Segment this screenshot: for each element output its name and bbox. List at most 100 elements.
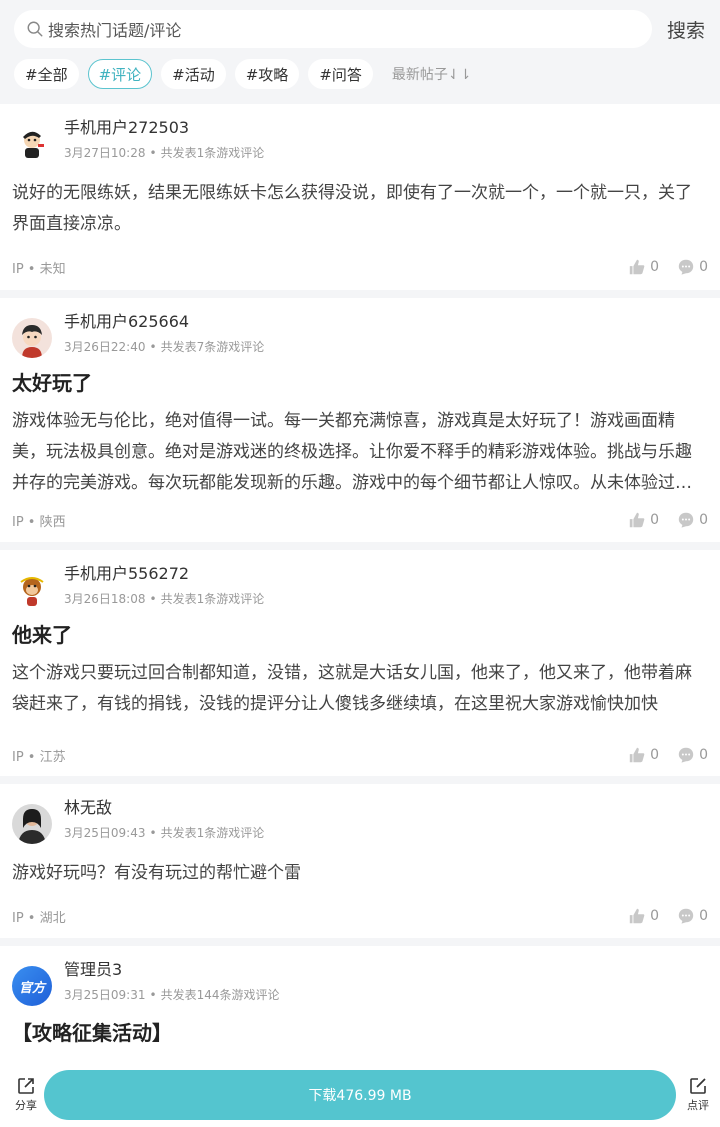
thumbs-up-icon [629,908,645,924]
review-count: 共发表7条游戏评论 [160,340,265,354]
avatar[interactable] [12,570,52,610]
post-card[interactable]: 官方 管理员3 3月25日09:31 • 共发表144条游戏评论 【攻略征集活动】 [0,946,720,1066]
search-placeholder: 搜索热门话题/评论 [48,21,182,40]
tag-comments[interactable]: #评论 [87,59,153,89]
like-button[interactable]: 0 [628,746,659,764]
comment-button[interactable]: 0 [677,907,708,925]
share-label: 分享 [15,1099,37,1112]
post-header: 手机用户625664 3月26日22:40 • 共发表7条游戏评论 [0,298,720,358]
official-avatar-label: 官方 [18,980,45,996]
review-count: 共发表1条游戏评论 [160,592,265,606]
comment-count: 0 [699,908,708,924]
share-icon [18,1078,34,1094]
divider [0,938,720,946]
like-count: 0 [650,747,660,763]
share-button[interactable]: 分享 [4,1076,48,1113]
thumbs-up-icon [629,512,645,528]
like-count: 0 [650,512,660,528]
post-card[interactable]: 手机用户272503 3月27日10:28 • 共发表1条游戏评论 说好的无限练妖，… [0,104,720,290]
post-body[interactable]: 这个游戏只要玩过回合制都知道，没错，这就是大话女儿国，他来了，他又来了，他带着麻… [0,658,720,720]
post-body[interactable]: 游戏体验无与伦比，绝对值得一试。每一关都充满惊喜，游戏真是太好玩了！游戏画面精美… [0,406,720,499]
post-title[interactable]: 他来了 [0,622,720,648]
post-time: 3月27日10:28 [64,146,146,160]
post-card[interactable]: 手机用户625664 3月26日22:40 • 共发表7条游戏评论 太好玩了 游戏体… [0,298,720,542]
post-header: 林无敌 3月25日09:43 • 共发表1条游戏评论 [0,784,720,844]
ip-location: IP • 江苏 [12,749,66,765]
search-row: 搜索热门话题/评论 搜索 [14,10,706,48]
post-meta: 3月25日09:31 • 共发表144条游戏评论 [64,988,280,1002]
ip-location: IP • 湖北 [12,910,66,926]
like-button[interactable]: 0 [628,511,659,529]
search-button[interactable]: 搜索 [652,16,706,43]
review-count: 共发表1条游戏评论 [160,146,265,160]
avatar-photo-icon [12,804,52,844]
top-header: 搜索热门话题/评论 搜索 #全部 #评论 #活动 #攻略 #问答 最新帖子⇃⇂ [0,0,720,104]
username[interactable]: 林无敌 [64,798,264,818]
avatar[interactable] [12,124,52,164]
search-input[interactable]: 搜索热门话题/评论 [14,10,652,48]
comment-bubble-icon [678,512,694,528]
tag-filter-bar: #全部 #评论 #活动 #攻略 #问答 最新帖子⇃⇂ [14,59,706,89]
review-count: 共发表144条游戏评论 [160,988,280,1002]
review-label: 点评 [687,1099,709,1112]
post-footer: IP • 湖北 0 0 [0,901,720,931]
comment-button[interactable]: 0 [677,746,708,764]
tag-qa[interactable]: #问答 [308,59,373,89]
review-count: 共发表1条游戏评论 [160,826,265,840]
avatar-cartoon-icon [12,318,52,358]
avatar[interactable] [12,318,52,358]
like-count: 0 [650,908,660,924]
download-button[interactable]: 下载476.99 MB [44,1069,676,1120]
post-meta: 3月25日09:43 • 共发表1条游戏评论 [64,826,265,840]
ip-location: IP • 陕西 [12,514,66,530]
tag-all[interactable]: #全部 [14,59,79,89]
divider [0,290,720,298]
tag-events[interactable]: #活动 [161,59,226,89]
username[interactable]: 手机用户556272 [64,564,264,584]
post-title[interactable]: 太好玩了 [0,370,720,396]
tag-guides[interactable]: #攻略 [234,59,300,89]
like-button[interactable]: 0 [628,907,659,925]
post-time: 3月25日09:43 [64,826,146,840]
review-button[interactable]: 点评 [678,1076,718,1113]
post-card[interactable]: 手机用户556272 3月26日18:08 • 共发表1条游戏评论 他来了 这个游戏… [0,550,720,776]
like-button[interactable]: 0 [628,258,659,276]
post-header: 手机用户556272 3月26日18:08 • 共发表1条游戏评论 [0,550,720,610]
post-body[interactable]: 说好的无限练妖，结果无限练妖卡怎么获得没说，即使有了一次就一个，一个就一只，关了… [0,178,720,240]
comment-bubble-icon [678,259,694,275]
thumbs-up-icon [629,259,645,275]
post-card[interactable]: 林无敌 3月25日09:43 • 共发表1条游戏评论 游戏好玩吗？有没有玩过的帮忙避… [0,784,720,938]
edit-icon [690,1078,706,1094]
comment-button[interactable]: 0 [677,511,708,529]
comment-button[interactable]: 0 [677,258,708,276]
like-count: 0 [650,259,660,275]
post-header: 手机用户272503 3月27日10:28 • 共发表1条游戏评论 [0,104,720,164]
bottom-action-bar: 分享 下载476.99 MB 点评 [0,1062,720,1127]
search-icon [27,21,43,37]
ip-location: IP • 未知 [12,261,66,277]
post-meta: 3月26日22:40 • 共发表7条游戏评论 [64,340,265,354]
post-footer: IP • 江苏 0 0 [0,740,720,770]
comment-count: 0 [699,747,708,763]
post-body[interactable]: 游戏好玩吗？有没有玩过的帮忙避个雷 [0,858,720,889]
thumbs-up-icon [629,747,645,763]
username[interactable]: 管理员3 [64,960,279,980]
username[interactable]: 手机用户625664 [64,312,264,332]
divider [0,776,720,784]
comment-bubble-icon [678,747,694,763]
avatar[interactable] [12,804,52,844]
post-time: 3月25日09:31 [64,988,146,1002]
post-time: 3月26日22:40 [64,340,146,354]
post-title[interactable]: 【攻略征集活动】 [0,1020,720,1046]
divider [0,542,720,550]
comment-count: 0 [699,259,708,275]
comment-bubble-icon [678,908,694,924]
avatar-cartoon-icon [12,124,52,164]
avatar[interactable]: 官方 [12,966,52,1006]
post-footer: IP • 未知 0 0 [0,252,720,282]
username[interactable]: 手机用户272503 [64,118,264,138]
avatar-monkey-icon [12,570,52,610]
post-footer: IP • 陕西 0 0 [0,505,720,535]
post-time: 3月26日18:08 [64,592,146,606]
sort-dropdown[interactable]: 最新帖子⇃⇂ [392,64,471,84]
